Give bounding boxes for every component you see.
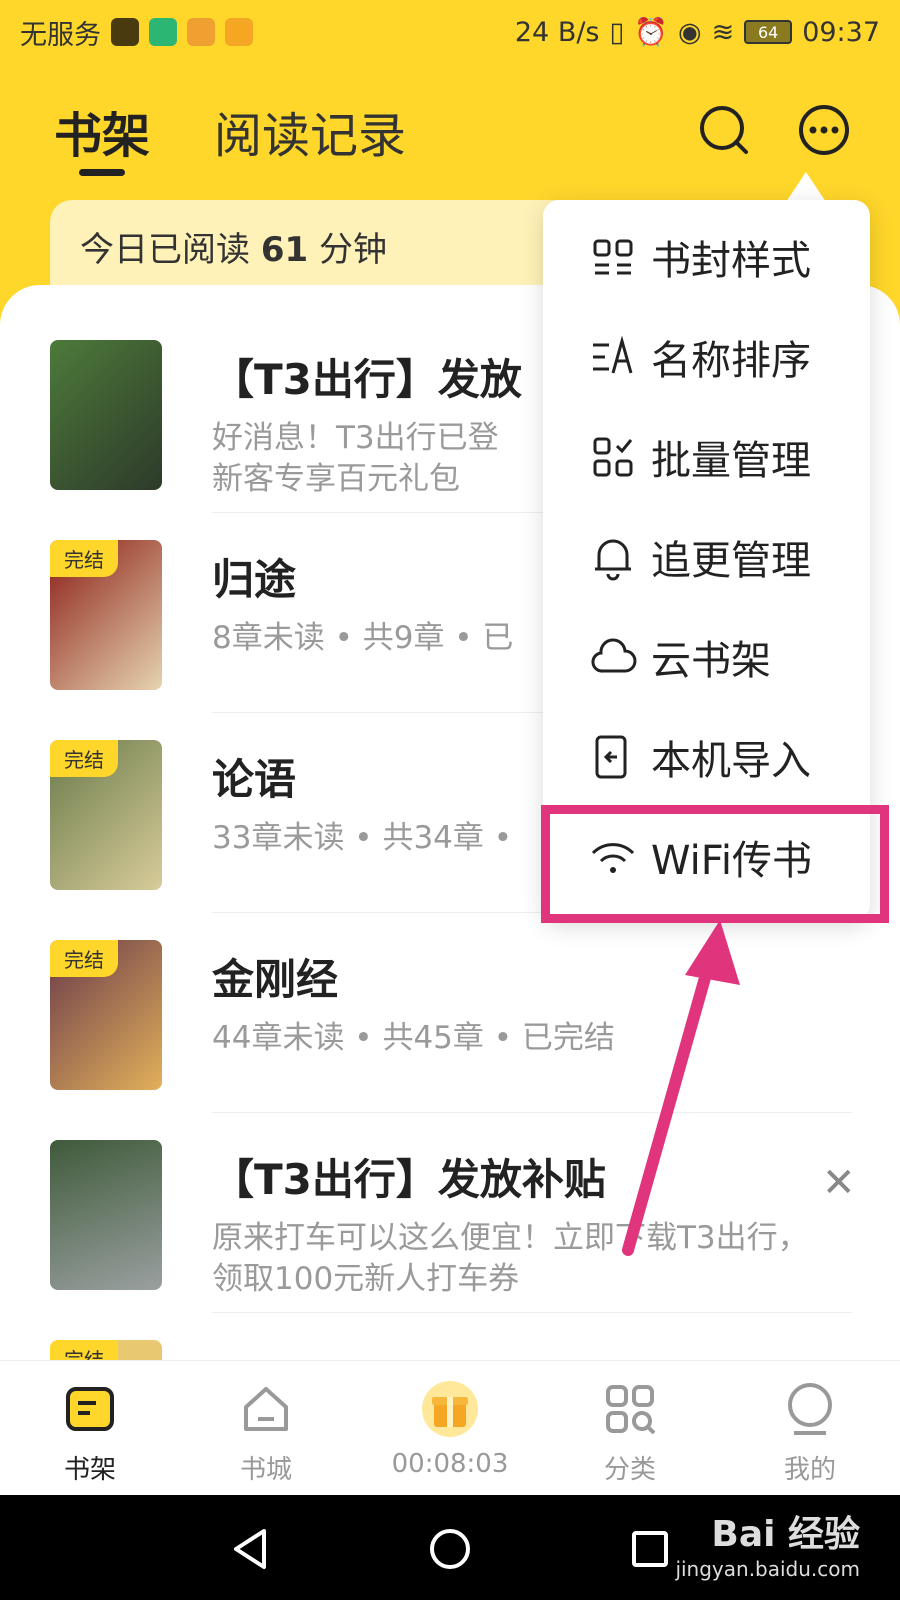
weibo-app-icon — [187, 18, 215, 46]
category-icon — [606, 1385, 656, 1435]
gift-icon — [422, 1381, 478, 1437]
eye-icon: ◉ — [678, 16, 702, 48]
wifi-status-icon: ≋ — [711, 16, 735, 48]
nav-label: 书架 — [63, 1455, 116, 1485]
nav-label: 我的 — [783, 1455, 836, 1485]
watermark-logo: Bai 经验 — [711, 1514, 860, 1555]
reading-prefix: 今日已阅读 — [80, 230, 250, 270]
home-icon — [244, 1387, 288, 1431]
status-bar: 无服务 24 B/s ▯ ⏰ ◉ ≋ 64 09:37 — [0, 0, 900, 64]
tab-history[interactable]: 阅读记录 — [214, 96, 406, 166]
list-item[interactable]: 完结 — [0, 1340, 900, 1360]
nav-reward-timer[interactable]: 00:08:03 — [380, 1381, 520, 1479]
cloud-icon — [591, 638, 637, 673]
bell-icon — [595, 539, 631, 581]
list-item[interactable]: 完结 金刚经 44章未读 • 共45章 • 已完结 — [0, 940, 900, 1140]
highlight-box — [541, 805, 889, 923]
book-cover: 完结 — [50, 740, 162, 890]
nav-store[interactable]: 书城 — [196, 1381, 336, 1486]
recents-icon[interactable] — [626, 1525, 674, 1573]
watermark: Bai 经验 jingyan.baidu.com — [675, 1505, 860, 1581]
book-title: 金刚经 — [212, 955, 339, 1004]
watermark-url: jingyan.baidu.com — [675, 1557, 860, 1581]
book-cover — [50, 340, 162, 490]
menu-label: 批量管理 — [651, 438, 811, 484]
carrier-text: 无服务 — [20, 19, 101, 51]
search-icon[interactable] — [696, 102, 752, 158]
home-button-icon[interactable] — [426, 1525, 474, 1573]
sort-name-icon — [593, 335, 633, 374]
bottom-nav: 书架 书城 00:08:03 分类 我的 — [0, 1360, 900, 1495]
profile-icon — [788, 1383, 832, 1435]
reward-timer: 00:08:03 — [391, 1449, 509, 1479]
reading-minutes: 61 — [260, 230, 309, 270]
status-badge: 完结 — [50, 940, 118, 977]
battery-icon: 64 — [744, 20, 793, 44]
menu-item-cover-style[interactable]: 书封样式 — [543, 212, 870, 302]
menu-label: 本机导入 — [651, 738, 811, 784]
header: 书架 阅读记录 — [0, 64, 900, 204]
book-cover — [50, 1140, 162, 1290]
video-app-icon — [225, 18, 253, 46]
vibrate-icon: ▯ — [609, 16, 625, 48]
book-title: 【T3出行】发放补贴 — [212, 1155, 606, 1204]
back-icon[interactable] — [226, 1525, 274, 1573]
menu-label: 名称排序 — [651, 338, 811, 384]
menu-label: 追更管理 — [651, 538, 811, 584]
menu-label: 云书架 — [651, 638, 771, 684]
tab-underline — [79, 169, 125, 176]
menu-item-follow-manage[interactable]: 追更管理 — [543, 512, 870, 602]
shield-app-icon — [149, 18, 177, 46]
batch-manage-icon — [593, 437, 633, 477]
tab-shelf[interactable]: 书架 — [54, 96, 150, 166]
menu-item-sort-name[interactable]: 名称排序 — [543, 312, 870, 402]
close-icon[interactable]: ✕ — [822, 1160, 856, 1206]
list-item[interactable]: 【T3出行】发放补贴 原来打车可以这么便宜！立即下载T3出行，领取100元新人打… — [0, 1140, 900, 1340]
book-cover: 完结 — [50, 1340, 162, 1360]
status-badge: 完结 — [50, 540, 118, 577]
cover-style-icon — [593, 239, 633, 275]
status-badge: 完结 — [50, 740, 118, 777]
book-title: 归途 — [212, 555, 297, 604]
reading-suffix: 分钟 — [318, 230, 387, 270]
book-cover: 完结 — [50, 940, 162, 1090]
annotation-arrow — [622, 920, 740, 1256]
menu-label: 书封样式 — [651, 238, 811, 284]
book-title: 【T3出行】发放 — [212, 355, 522, 404]
menu-item-batch-manage[interactable]: 批量管理 — [543, 412, 870, 502]
nav-mine[interactable]: 我的 — [740, 1381, 880, 1486]
import-icon — [595, 735, 627, 779]
shelf-icon — [66, 1387, 114, 1431]
menu-item-local-import[interactable]: 本机导入 — [543, 712, 870, 802]
nav-category[interactable]: 分类 — [560, 1381, 700, 1486]
alarm-icon: ⏰ — [634, 17, 668, 48]
book-title: 论语 — [212, 755, 297, 804]
nav-shelf[interactable]: 书架 — [20, 1381, 160, 1486]
book-cover: 完结 — [50, 540, 162, 690]
menu-item-cloud-shelf[interactable]: 云书架 — [543, 612, 870, 702]
more-icon[interactable] — [796, 102, 852, 158]
nav-label: 书城 — [239, 1455, 292, 1485]
menu-caret — [786, 172, 826, 202]
status-badge: 完结 — [50, 1340, 118, 1360]
net-speed: 24 B/s — [514, 16, 600, 48]
game-app-icon — [111, 18, 139, 46]
system-nav-bar: Bai 经验 jingyan.baidu.com — [0, 1495, 900, 1600]
divider — [212, 1312, 852, 1313]
nav-label: 分类 — [603, 1455, 656, 1485]
time: 09:37 — [802, 16, 880, 48]
